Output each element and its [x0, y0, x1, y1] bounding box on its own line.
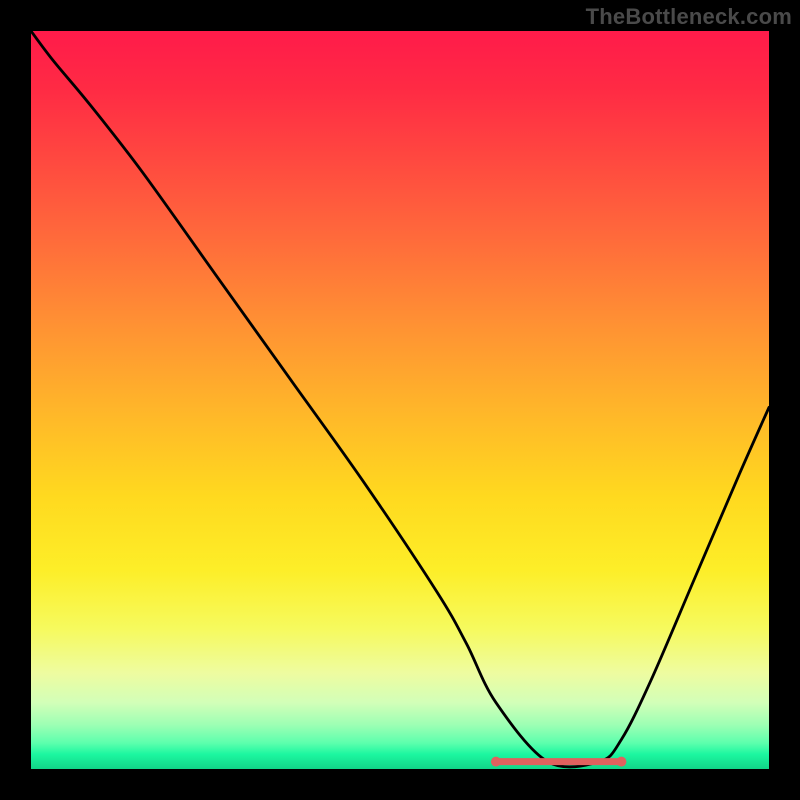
watermark-text: TheBottleneck.com — [586, 4, 792, 30]
chart-container: TheBottleneck.com — [0, 0, 800, 800]
optimal-start-dot — [491, 757, 501, 767]
curve-svg — [31, 31, 769, 769]
bottleneck-curve — [31, 31, 769, 767]
plot-area — [31, 31, 769, 769]
optimal-end-dot — [616, 757, 626, 767]
